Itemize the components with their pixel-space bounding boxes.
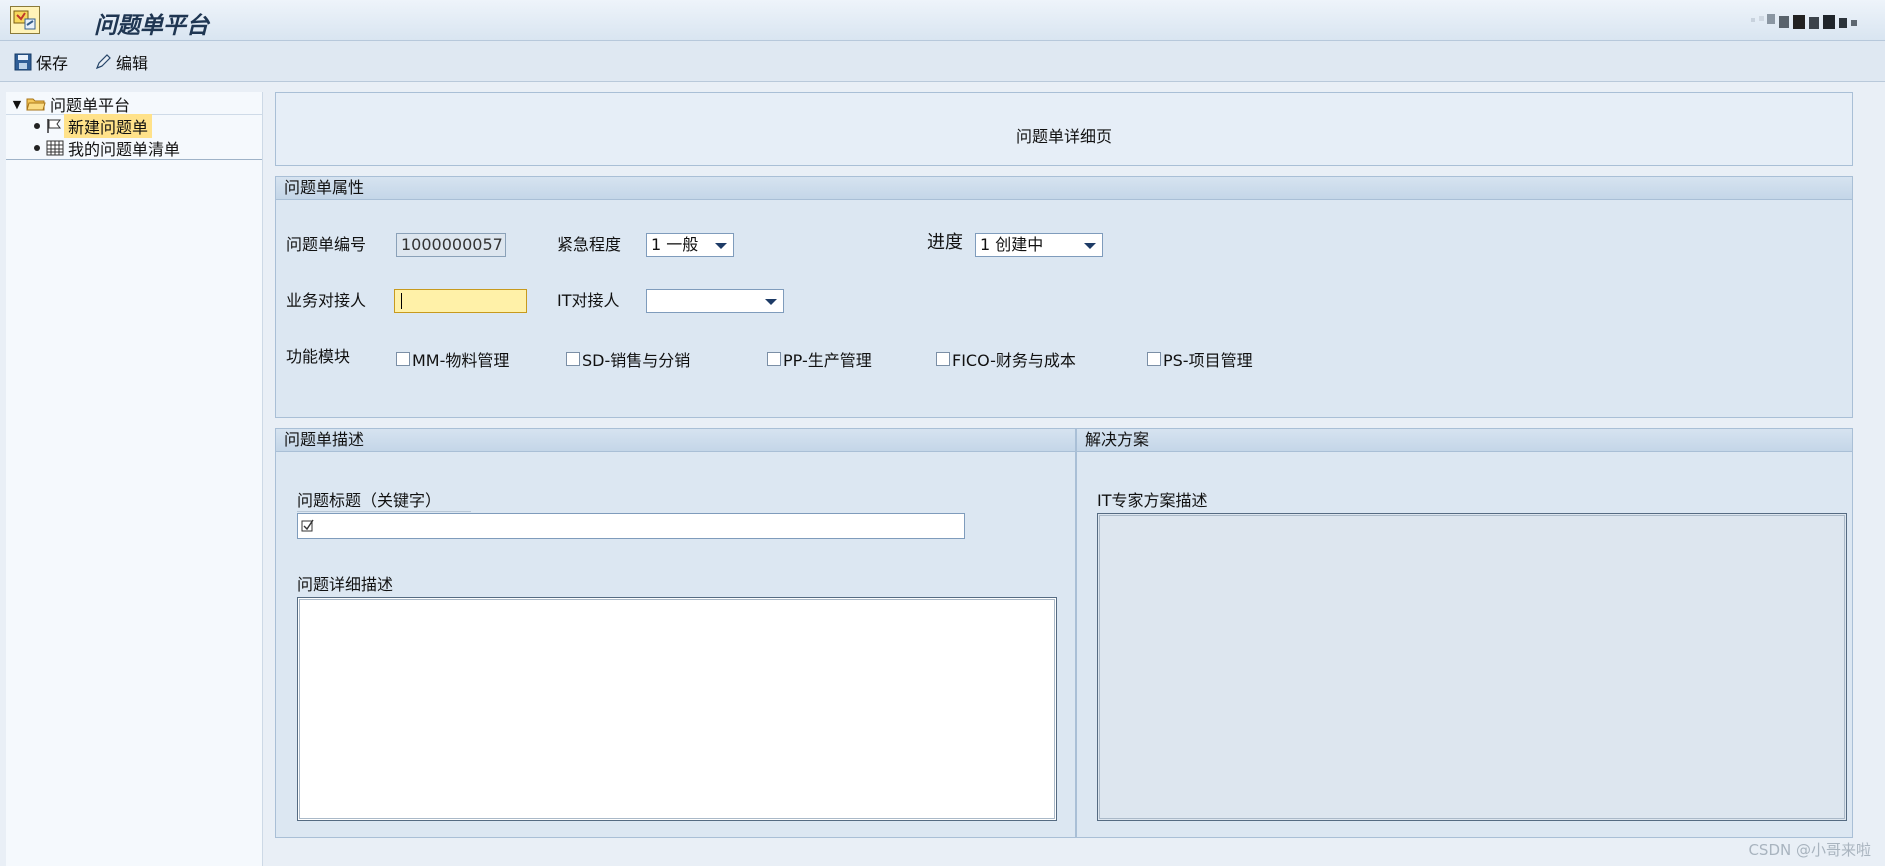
urgency-label: 紧急程度 [557, 235, 622, 254]
watermark: CSDN @小哥来啦 [1748, 841, 1871, 859]
progress-dropdown[interactable]: 1 创建中 [975, 233, 1103, 257]
module-label-ps: PS-项目管理 [1163, 351, 1253, 370]
check-edit-icon [301, 519, 314, 532]
chevron-down-icon[interactable] [1084, 243, 1096, 249]
module-label-sd: SD-销售与分销 [582, 351, 691, 370]
save-button[interactable]: 保存 [14, 50, 68, 74]
table-grid-icon [46, 140, 64, 156]
ticket-no-label: 问题单编号 [286, 235, 367, 254]
attributes-panel: 问题单属性 问题单编号 1000000057 紧急程度 1 一般 进度 1 创建… [275, 176, 1853, 418]
edit-label: 编辑 [116, 54, 149, 73]
biz-contact-label: 业务对接人 [286, 291, 367, 310]
title-input[interactable] [297, 513, 965, 539]
tree-item-label: 新建问题单 [64, 114, 153, 138]
module-label: 功能模块 [286, 347, 351, 366]
chevron-down-icon[interactable] [715, 243, 727, 249]
detail-title-panel: 问题单详细页 [275, 92, 1853, 166]
module-label-pp: PP-生产管理 [783, 351, 872, 370]
description-panel: 问题单描述 问题标题（关键字） 问题详细描述 [275, 428, 1076, 838]
sap-window: 问题单平台 保存 编辑 ▼ 问题单平台 新建问题单 我的问题单清单 问题单详细页… [0, 0, 1885, 866]
tree-divider [6, 159, 262, 160]
checkbox[interactable] [396, 352, 410, 366]
ticket-no-field: 1000000057 [396, 233, 506, 257]
progress-value: 1 创建中 [980, 235, 1044, 254]
app-menu-icon[interactable] [10, 6, 40, 34]
save-label: 保存 [36, 54, 69, 73]
module-checkbox-mm[interactable]: MM-物料管理 [396, 347, 509, 371]
module-checkbox-fico[interactable]: FICO-财务与成本 [936, 347, 1076, 371]
biz-contact-input[interactable] [394, 289, 527, 313]
tree-bullet [34, 123, 40, 129]
expand-caret-icon[interactable]: ▼ [10, 98, 24, 111]
module-checkbox-sd[interactable]: SD-销售与分销 [566, 347, 690, 371]
it-contact-label: IT对接人 [557, 291, 620, 310]
chevron-down-icon[interactable] [765, 299, 777, 305]
it-desc-label: IT专家方案描述 [1097, 491, 1208, 510]
module-checkbox-pp[interactable]: PP-生产管理 [767, 347, 872, 371]
urgency-dropdown[interactable]: 1 一般 [646, 233, 734, 257]
sap-logo-icon [1751, 14, 1857, 29]
application-toolbar: 保存 编辑 [0, 41, 1885, 82]
solution-panel: 解决方案 IT专家方案描述 [1076, 428, 1853, 838]
title-bar: 问题单平台 [0, 0, 1885, 41]
module-label-fico: FICO-财务与成本 [952, 351, 1076, 370]
flag-icon [47, 119, 61, 133]
tree-item-new-ticket[interactable]: 新建问题单 [6, 114, 153, 138]
checkbox[interactable] [566, 352, 580, 366]
checkbox[interactable] [767, 352, 781, 366]
save-icon [14, 53, 32, 71]
text-cursor [401, 293, 402, 309]
detail-label: 问题详细描述 [297, 575, 394, 594]
tree-bullet [34, 145, 40, 151]
pencil-icon [95, 54, 111, 70]
window-title: 问题单平台 [94, 12, 209, 39]
title-label: 问题标题（关键字） [297, 487, 472, 512]
checkbox[interactable] [1147, 352, 1161, 366]
it-contact-dropdown[interactable] [646, 289, 784, 313]
tree-root-node[interactable]: ▼ 问题单平台 [6, 94, 262, 115]
edit-button[interactable]: 编辑 [94, 50, 148, 74]
it-desc-textarea[interactable] [1097, 513, 1847, 821]
solution-header: 解决方案 [1077, 429, 1852, 452]
module-checkbox-ps[interactable]: PS-项目管理 [1147, 347, 1253, 371]
navigation-tree: ▼ 问题单平台 新建问题单 我的问题单清单 [6, 92, 263, 866]
tree-item-my-tickets[interactable]: 我的问题单清单 [6, 138, 184, 159]
description-header: 问题单描述 [276, 429, 1075, 452]
urgency-value: 1 一般 [651, 235, 699, 254]
detail-textarea[interactable] [297, 597, 1057, 821]
tree-item-label: 我的问题单清单 [68, 140, 181, 159]
tree-root-label: 问题单平台 [50, 96, 131, 115]
progress-label: 进度 [927, 232, 963, 253]
attributes-header: 问题单属性 [276, 177, 1852, 200]
detail-title: 问题单详细页 [1015, 127, 1112, 146]
checkbox[interactable] [936, 352, 950, 366]
module-label-mm: MM-物料管理 [412, 351, 510, 370]
open-folder-icon [26, 98, 46, 111]
